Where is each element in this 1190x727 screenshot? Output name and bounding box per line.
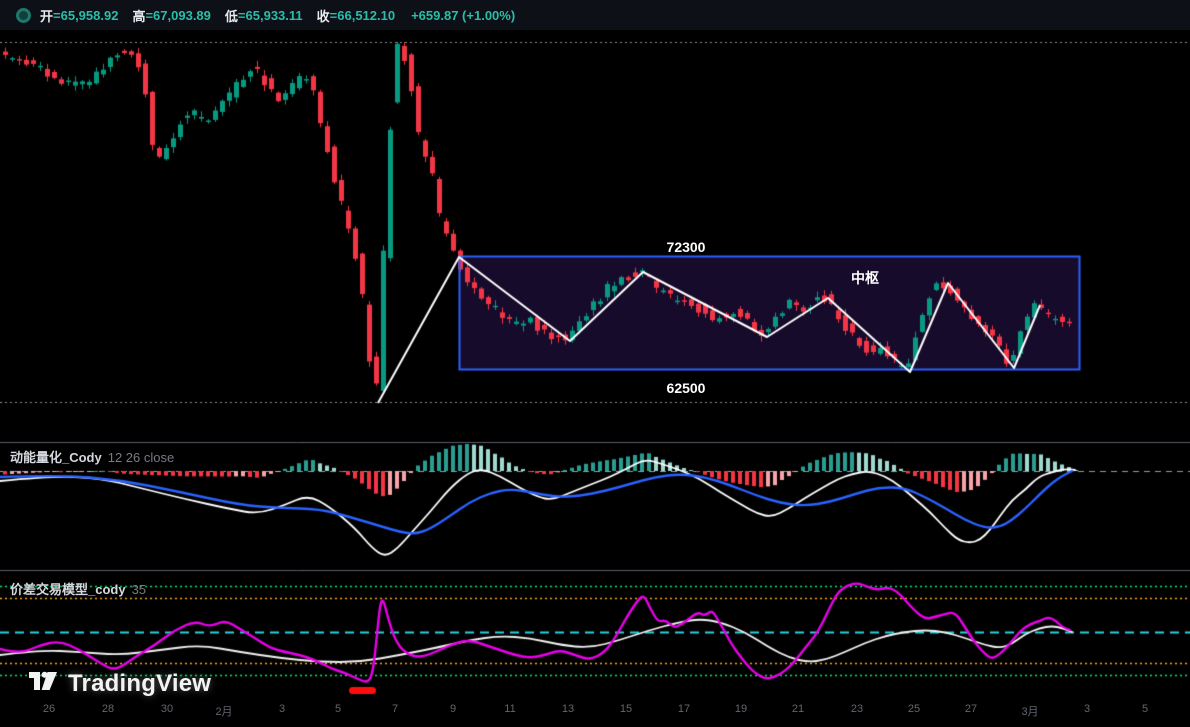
spread-indicator-title[interactable]: 价差交易模型_cody 35 xyxy=(10,579,146,598)
tradingview-watermark: TradingView xyxy=(28,666,211,701)
legend-high-label: 高 xyxy=(132,6,145,25)
legend-low: 低=65,933.11 xyxy=(225,6,303,25)
time-axis-label: 13 xyxy=(562,703,574,715)
legend-close-label: 收 xyxy=(317,6,330,25)
chart-canvas[interactable] xyxy=(0,0,1190,727)
time-axis-label: 19 xyxy=(735,703,747,715)
legend-open-value: =65,958.92 xyxy=(53,8,118,23)
legend-low-label: 低 xyxy=(225,6,238,25)
spread-indicator-params: 35 xyxy=(132,582,146,597)
tradingview-watermark-text: TradingView xyxy=(68,670,211,698)
legend-change-value: +659.87 (+1.00%) xyxy=(411,8,515,23)
momentum-indicator-name: 动能量化_Cody xyxy=(10,450,102,465)
legend-close-value: =66,512.10 xyxy=(330,8,395,23)
time-axis-label: 25 xyxy=(908,703,920,715)
tradingview-logo-icon xyxy=(28,666,58,701)
time-axis-label: 23 xyxy=(851,703,863,715)
time-axis-label: 11 xyxy=(504,703,515,715)
time-axis-label: 28 xyxy=(102,703,114,715)
time-axis-label: 26 xyxy=(43,703,55,715)
time-axis-label: 15 xyxy=(620,703,632,715)
box-top-price-label: 72300 xyxy=(650,239,722,255)
ohlc-legend[interactable]: 开=65,958.92 高=67,093.89 低=65,933.11 收=66,51… xyxy=(40,6,515,25)
time-axis-label: 7 xyxy=(392,703,398,715)
box-bottom-price-label: 62500 xyxy=(650,380,722,396)
symbol-status-icon xyxy=(16,8,31,23)
tradingview-chart-window: 开=65,958.92 高=67,093.89 低=65,933.11 收=66,51… xyxy=(0,0,1190,727)
time-axis-label: 2月 xyxy=(215,703,232,719)
legend-close: 收=66,512.10 xyxy=(317,6,395,25)
time-axis-label: 21 xyxy=(792,703,804,715)
ohlc-legend-bar: 开=65,958.92 高=67,093.89 低=65,933.11 收=66,51… xyxy=(0,0,1190,30)
time-axis-label: 17 xyxy=(678,703,690,715)
time-axis[interactable]: 26 28 30 2月 3 5 7 9 11 13 15 17 19 21 23 25 27 3月 3 5 xyxy=(0,703,1190,727)
legend-low-value: =65,933.11 xyxy=(238,8,303,23)
box-center-label: 中枢 xyxy=(851,268,879,288)
momentum-indicator-title[interactable]: 动能量化_Cody 12 26 close xyxy=(10,447,174,466)
time-axis-label: 9 xyxy=(450,703,456,715)
time-axis-label: 3月 xyxy=(1021,703,1038,719)
time-axis-label: 30 xyxy=(161,703,173,715)
time-axis-label: 3 xyxy=(279,703,285,715)
spread-indicator-name: 价差交易模型_cody xyxy=(10,582,126,597)
legend-open: 开=65,958.92 xyxy=(40,6,118,25)
time-axis-label: 5 xyxy=(1142,703,1148,715)
time-axis-label: 5 xyxy=(335,703,341,715)
legend-high: 高=67,093.89 xyxy=(132,6,210,25)
momentum-indicator-params: 12 26 close xyxy=(108,450,175,465)
time-axis-label: 27 xyxy=(965,703,977,715)
legend-open-label: 开 xyxy=(40,6,53,25)
legend-high-value: =67,093.89 xyxy=(145,8,210,23)
time-axis-label: 3 xyxy=(1084,703,1090,715)
